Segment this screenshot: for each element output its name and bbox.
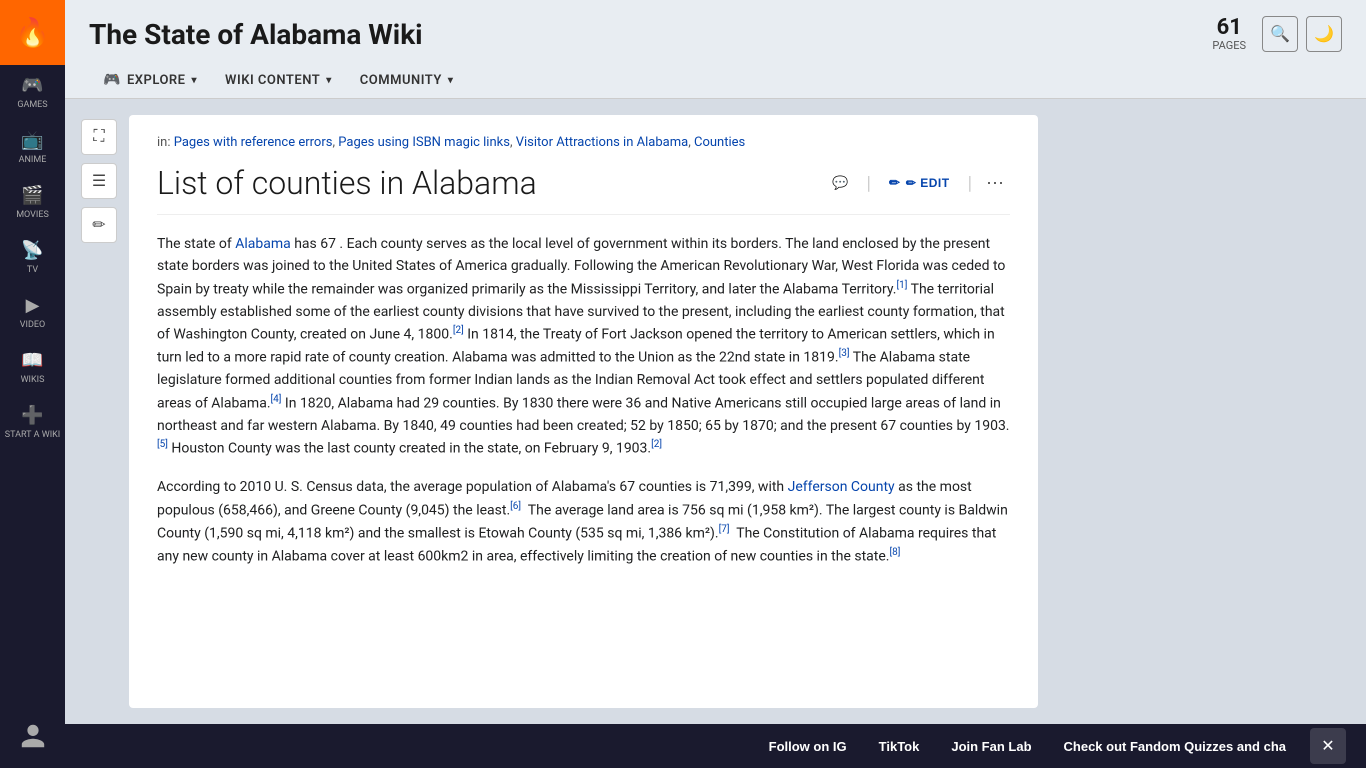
bottom-banner: Follow on IG TikTok Join Fan Lab Check o… — [65, 724, 1366, 768]
article-paragraph-1: The state of Alabama has 67 . Each count… — [157, 233, 1010, 460]
header: The State of Alabama Wiki 61 PAGES 🔍 🌙 🎮… — [65, 0, 1366, 99]
pencil-icon: ✏ — [92, 215, 105, 235]
main-area: The State of Alabama Wiki 61 PAGES 🔍 🌙 🎮… — [65, 0, 1366, 768]
sidebar-item-label-movies: MOVIES — [16, 210, 49, 220]
sidebar-item-movies[interactable]: 🎬 MOVIES — [0, 175, 65, 230]
sidebar-item-label-video: VIDEO — [20, 320, 45, 330]
expand-tool-button[interactable]: ⛶ — [81, 119, 117, 155]
sidebar-item-label-tv: TV — [27, 265, 38, 275]
ref-8[interactable]: [8] — [889, 547, 900, 558]
sidebar-item-label-start-wiki: START A WIKI — [5, 430, 61, 440]
breadcrumb-link-visitor-attractions[interactable]: Visitor Attractions in Alabama — [516, 135, 688, 150]
tiktok-button[interactable]: TikTok — [863, 731, 936, 762]
pages-number: 61 — [1217, 17, 1242, 39]
action-divider-2: | — [968, 173, 972, 194]
breadcrumb-link-reference-errors[interactable]: Pages with reference errors — [174, 135, 333, 150]
talk-button[interactable]: 💬 — [822, 171, 858, 195]
ref-4[interactable]: [4] — [271, 394, 282, 405]
edit-tool-button[interactable]: ✏ — [81, 207, 117, 243]
anime-icon: 📺 — [21, 130, 43, 151]
edit-article-button[interactable]: ✏ ✏ EDIT — [879, 171, 960, 195]
expand-icon: ⛶ — [93, 128, 104, 146]
sidebar-item-start-wiki[interactable]: ➕ START A WIKI — [0, 395, 65, 450]
search-button[interactable]: 🔍 — [1262, 16, 1298, 52]
article-title: List of counties in Alabama — [157, 164, 810, 202]
ref-2b[interactable]: [2] — [651, 439, 662, 450]
edit-label: ✏ EDIT — [906, 176, 950, 190]
right-panel — [1050, 115, 1350, 708]
gamepad-icon: 🎮 — [103, 72, 121, 88]
article-title-row: List of counties in Alabama 💬 | ✏ ✏ EDIT… — [157, 164, 1010, 215]
plus-icon: ➕ — [21, 405, 43, 426]
ellipsis-icon: ⋯ — [986, 173, 1004, 194]
breadcrumb-link-counties[interactable]: Counties — [694, 135, 745, 150]
sidebar-item-label-anime: ANIME — [19, 155, 47, 165]
pages-badge: 61 PAGES — [1212, 17, 1246, 52]
join-fan-lab-button[interactable]: Join Fan Lab — [935, 731, 1047, 762]
sidebar: 🔥 🎮 GAMES 📺 ANIME 🎬 MOVIES 📡 TV ▶ VIDEO … — [0, 0, 65, 768]
ref-1[interactable]: [1] — [896, 280, 907, 291]
edit-pencil-icon: ✏ — [889, 175, 900, 191]
flame-icon: 🔥 — [15, 16, 50, 49]
check-out-fandom-button[interactable]: Check out Fandom Quizzes and cha — [1048, 731, 1302, 762]
chevron-down-icon: ▾ — [192, 75, 198, 86]
games-icon: 🎮 — [21, 75, 43, 96]
sidebar-bottom — [0, 703, 65, 768]
header-top: The State of Alabama Wiki 61 PAGES 🔍 🌙 — [89, 16, 1342, 52]
follow-ig-button[interactable]: Follow on IG — [753, 731, 863, 762]
moon-icon: 🌙 — [1314, 24, 1334, 44]
movies-icon: 🎬 — [21, 185, 43, 206]
ref-6[interactable]: [6] — [510, 501, 521, 512]
close-icon: ✕ — [1321, 736, 1334, 756]
breadcrumb: in: Pages with reference errors, Pages u… — [157, 135, 1010, 150]
tools-panel: ⛶ ☰ ✏ — [81, 115, 117, 708]
video-icon: ▶ — [26, 295, 40, 316]
nav-explore-label: EXPLORE — [127, 73, 186, 88]
header-right: 61 PAGES 🔍 🌙 — [1212, 16, 1342, 52]
banner-close-button[interactable]: ✕ — [1310, 728, 1346, 764]
nav-wiki-content-label: WIKI CONTENT — [225, 73, 320, 88]
search-icon: 🔍 — [1270, 24, 1290, 44]
chat-icon: 💬 — [832, 175, 848, 191]
article-actions: 💬 | ✏ ✏ EDIT | ⋯ — [822, 169, 1010, 198]
ref-7[interactable]: [7] — [719, 524, 730, 535]
breadcrumb-prefix: in: — [157, 135, 174, 150]
header-nav: 🎮 EXPLORE ▾ WIKI CONTENT ▾ COMMUNITY ▾ — [89, 64, 1342, 98]
chevron-down-icon-3: ▾ — [448, 75, 454, 86]
wiki-title: The State of Alabama Wiki — [89, 18, 423, 51]
chevron-down-icon-2: ▾ — [326, 75, 332, 86]
nav-community[interactable]: COMMUNITY ▾ — [346, 65, 468, 98]
sidebar-item-tv[interactable]: 📡 TV — [0, 230, 65, 285]
ref-3[interactable]: [3] — [839, 348, 850, 359]
article-panel: in: Pages with reference errors, Pages u… — [129, 115, 1038, 708]
list-icon: ☰ — [92, 171, 106, 191]
sidebar-item-wikis[interactable]: 📖 WIKIS — [0, 340, 65, 395]
sidebar-item-label-wikis: WIKIS — [21, 375, 45, 385]
article-body: The state of Alabama has 67 . Each count… — [157, 233, 1010, 568]
action-divider: | — [867, 173, 871, 194]
user-avatar-button[interactable] — [0, 703, 65, 768]
sidebar-item-video[interactable]: ▶ VIDEO — [0, 285, 65, 340]
breadcrumb-link-isbn[interactable]: Pages using ISBN magic links — [338, 135, 510, 150]
sidebar-item-games[interactable]: 🎮 GAMES — [0, 65, 65, 120]
ref-2[interactable]: [2] — [453, 325, 464, 336]
nav-community-label: COMMUNITY — [360, 73, 442, 88]
wikis-icon: 📖 — [21, 350, 43, 371]
sidebar-item-anime[interactable]: 📺 ANIME — [0, 120, 65, 175]
nav-wiki-content[interactable]: WIKI CONTENT ▾ — [211, 65, 346, 98]
dark-mode-button[interactable]: 🌙 — [1306, 16, 1342, 52]
alabama-link[interactable]: Alabama — [235, 236, 291, 252]
content-area: ⛶ ☰ ✏ in: Pages with reference errors, P… — [65, 99, 1366, 724]
jefferson-county-link[interactable]: Jefferson County — [788, 479, 895, 495]
pages-label: PAGES — [1212, 39, 1246, 52]
sidebar-item-label-games: GAMES — [17, 100, 47, 110]
nav-explore[interactable]: 🎮 EXPLORE ▾ — [89, 64, 211, 98]
tv-icon: 📡 — [21, 240, 43, 261]
more-options-button[interactable]: ⋯ — [980, 169, 1010, 198]
article-paragraph-2: According to 2010 U. S. Census data, the… — [157, 476, 1010, 568]
fandom-logo[interactable]: 🔥 — [0, 0, 65, 65]
toc-tool-button[interactable]: ☰ — [81, 163, 117, 199]
ref-5[interactable]: [5] — [157, 439, 168, 450]
